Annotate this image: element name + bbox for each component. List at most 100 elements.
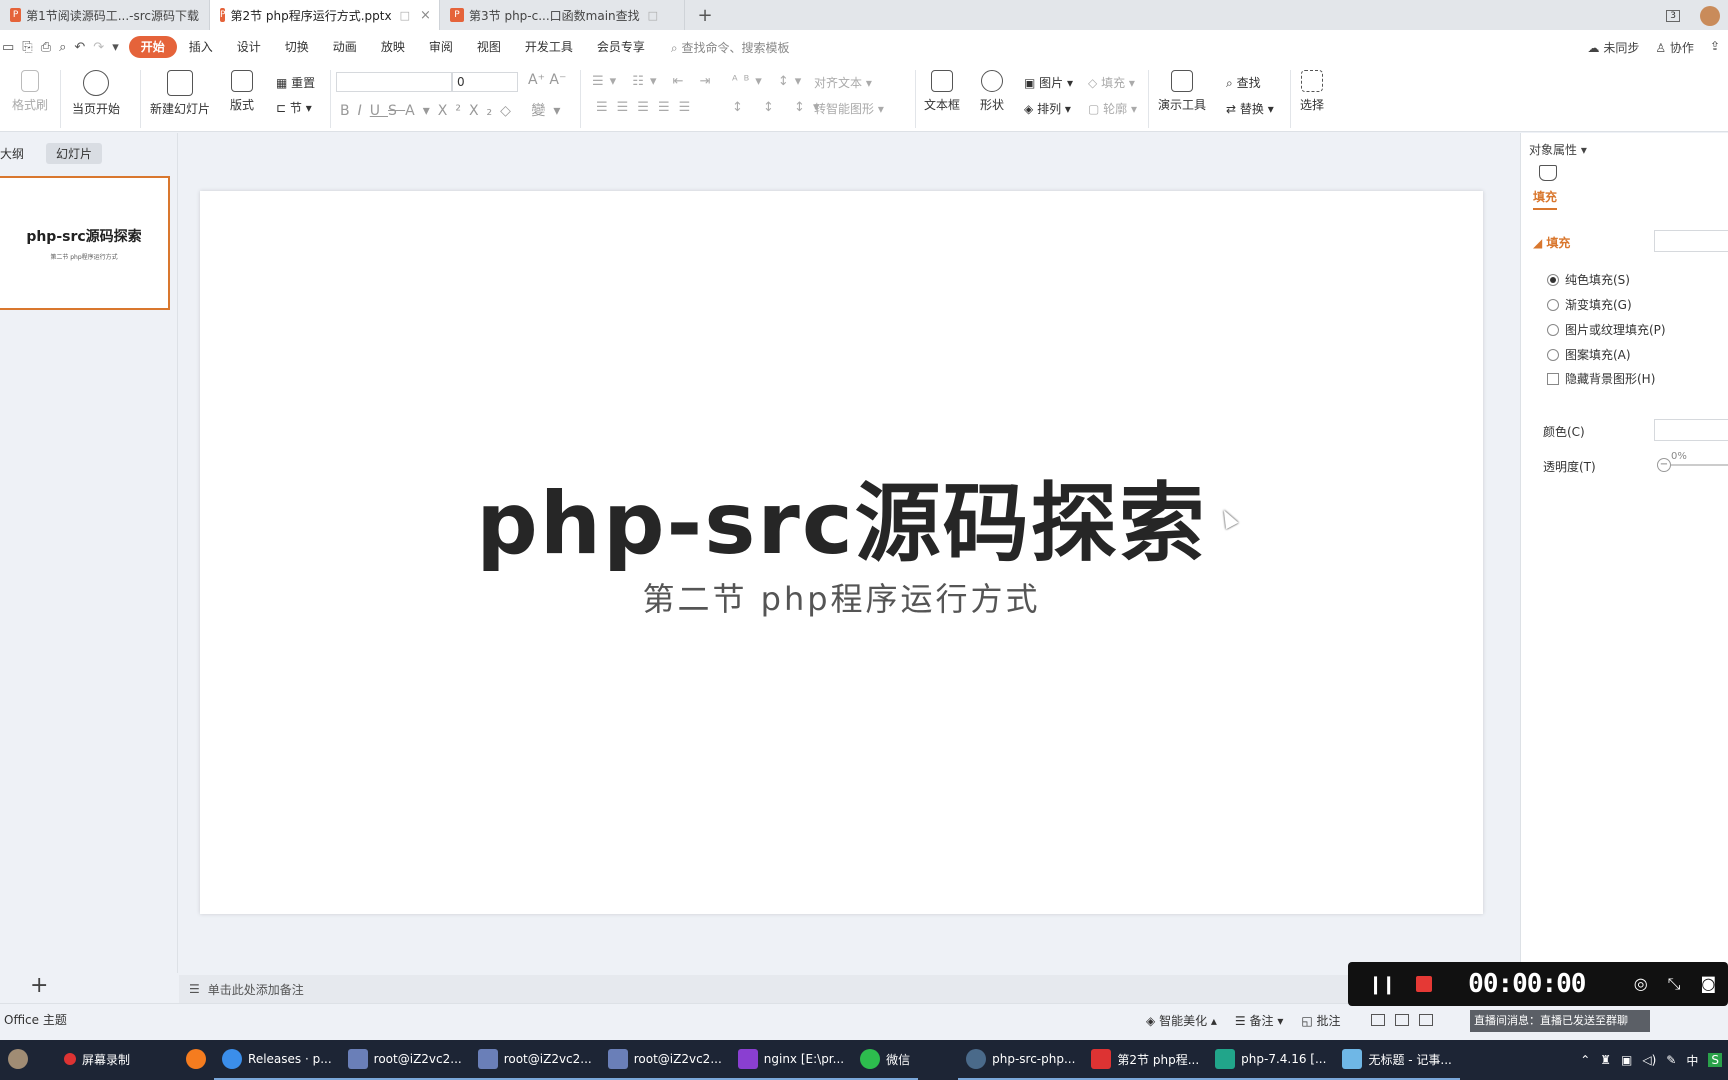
- command-search[interactable]: ⌕ 查找命令、搜索模板: [671, 39, 790, 56]
- tab-design[interactable]: 设计: [225, 36, 273, 58]
- shape-button[interactable]: 形状: [980, 70, 1004, 113]
- taskbar-item-ssh-3[interactable]: root@iZ2vc2...: [599, 1040, 730, 1080]
- close-icon[interactable]: ×: [420, 8, 431, 23]
- taskbar-item-chrome[interactable]: Releases · p...: [214, 1040, 340, 1080]
- slide-thumbnail[interactable]: php-src源码探索 第二节 php程序运行方式: [0, 176, 170, 310]
- replace-button[interactable]: ⇄ 替换 ▾: [1226, 100, 1274, 117]
- beautify-button[interactable]: ◈ 智能美化 ▴: [1146, 1012, 1217, 1029]
- tab-slideshow[interactable]: 放映: [369, 36, 417, 58]
- notes-toggle-button[interactable]: ☰ 备注 ▾: [1235, 1012, 1283, 1029]
- sync-status-button[interactable]: ☁ 未同步: [1587, 39, 1639, 56]
- pen-icon[interactable]: ✎: [1666, 1053, 1676, 1067]
- taskbar-item-ssh-2[interactable]: root@iZ2vc2...: [469, 1040, 600, 1080]
- select-button[interactable]: 选择: [1300, 70, 1324, 113]
- tab-outline[interactable]: 大纲: [0, 143, 34, 164]
- tray-app-icon[interactable]: ♜: [1600, 1053, 1611, 1067]
- window-count-badge[interactable]: 3: [1666, 10, 1680, 22]
- minimize-tab-icon[interactable]: □: [648, 9, 658, 22]
- ime-s-icon[interactable]: S: [1708, 1053, 1722, 1067]
- hide-background-checkbox[interactable]: 隐藏背景图形(H): [1547, 370, 1655, 387]
- tab-member[interactable]: 会员专享: [585, 36, 657, 58]
- arrange-button[interactable]: ◈ 排列 ▾: [1024, 100, 1071, 117]
- tab-doc-1[interactable]: P 第1节阅读源码工...-src源码下载: [0, 0, 210, 30]
- textbox-button[interactable]: 文本框: [924, 70, 960, 113]
- outline-button[interactable]: ▢ 轮廓 ▾: [1088, 100, 1137, 117]
- tray-expand-icon[interactable]: ⌃: [1580, 1053, 1590, 1067]
- taskbar-item-wps[interactable]: 第2节 php程...: [1083, 1040, 1208, 1080]
- present-tools-button[interactable]: 演示工具: [1158, 70, 1206, 113]
- theme-name[interactable]: Office 主题: [0, 1011, 67, 1028]
- tab-doc-3[interactable]: P 第3节 php-c...口函数main查找 □: [440, 0, 685, 30]
- tab-animation[interactable]: 动画: [321, 36, 369, 58]
- taskbar-item-wechat[interactable]: 微信: [852, 1040, 919, 1080]
- color-select[interactable]: [1654, 419, 1728, 441]
- taskbar-item-notepad[interactable]: 无标题 - 记事...: [1334, 1040, 1460, 1080]
- gradient-fill-radio[interactable]: 渐变填充(G): [1547, 296, 1632, 313]
- new-tab-button[interactable]: +: [691, 0, 719, 30]
- taskbar-item-php-src[interactable]: php-src-php...: [958, 1040, 1084, 1080]
- fill-preset-select[interactable]: [1654, 230, 1728, 252]
- font-name-select[interactable]: [336, 72, 452, 92]
- comments-button[interactable]: ◱ 批注: [1301, 1012, 1340, 1029]
- layout-button[interactable]: 版式: [230, 70, 254, 113]
- reset-button[interactable]: ▦ 重置: [276, 74, 315, 91]
- tab-insert[interactable]: 插入: [177, 36, 225, 58]
- avatar[interactable]: [1700, 6, 1720, 26]
- preview-icon[interactable]: ⌕: [59, 40, 66, 55]
- vertical-scrollbar[interactable]: [1507, 133, 1519, 973]
- print-icon[interactable]: ⎙: [41, 40, 51, 55]
- taskbar-item-recorder[interactable]: 屏幕录制: [56, 1040, 138, 1080]
- fill-button[interactable]: ◇ 填充 ▾: [1088, 74, 1135, 91]
- slide-subtitle[interactable]: 第二节 php程序运行方式: [200, 574, 1483, 620]
- fill-section-header[interactable]: ◢ 填充: [1533, 234, 1570, 251]
- add-slide-button[interactable]: +: [30, 973, 48, 998]
- picture-button[interactable]: ▣ 图片 ▾: [1024, 74, 1073, 91]
- text-direction-buttons[interactable]: ᴬᴮ▾ ↕▾: [732, 74, 807, 89]
- tray-app-icon[interactable]: ▣: [1621, 1053, 1632, 1067]
- stop-icon[interactable]: [1416, 976, 1433, 992]
- minimize-tab-icon[interactable]: □: [400, 9, 410, 22]
- normal-view-icon[interactable]: [1370, 1014, 1385, 1026]
- taskbar-item-ssh-1[interactable]: root@iZ2vc2...: [339, 1040, 470, 1080]
- tab-developer[interactable]: 开发工具: [513, 36, 585, 58]
- tab-doc-2[interactable]: P 第2节 php程序运行方式.pptx □ ×: [210, 0, 440, 30]
- picture-fill-radio[interactable]: 图片或纹理填充(P): [1547, 321, 1666, 338]
- font-size-select[interactable]: 0: [452, 72, 518, 92]
- smartart-button[interactable]: 转智能图形 ▾: [814, 100, 884, 117]
- font-grow-shrink[interactable]: A⁺ A⁻: [528, 72, 566, 88]
- decrease-transparency-button[interactable]: −: [1657, 458, 1671, 472]
- reading-view-icon[interactable]: [1418, 1014, 1433, 1026]
- panel-title[interactable]: 对象属性 ▾: [1529, 141, 1587, 158]
- undo-icon[interactable]: ↶: [74, 40, 85, 55]
- tab-home[interactable]: 开始: [128, 36, 177, 58]
- paragraph-list-buttons[interactable]: ☰▾ ☷▾ ⇤ ⇥: [592, 74, 717, 89]
- tab-review[interactable]: 审阅: [417, 36, 465, 58]
- pause-icon[interactable]: ❙❙: [1368, 974, 1396, 995]
- pattern-fill-radio[interactable]: 图案填充(A): [1547, 346, 1631, 363]
- find-button[interactable]: ⌕ 查找: [1226, 74, 1261, 91]
- taskbar-item-clion[interactable]: php-7.4.16 [...: [1207, 1040, 1335, 1080]
- region-icon[interactable]: ◎: [1634, 974, 1648, 994]
- volume-icon[interactable]: ◁): [1642, 1053, 1656, 1067]
- collaborate-button[interactable]: ♙ 协作: [1655, 39, 1694, 56]
- slide-title[interactable]: php-src源码探索: [200, 453, 1483, 578]
- tab-view[interactable]: 视图: [465, 36, 513, 58]
- section-button[interactable]: ⊏ 节 ▾: [276, 99, 312, 116]
- tab-slides[interactable]: 幻灯片: [46, 143, 103, 164]
- start-button[interactable]: [0, 1040, 36, 1080]
- align-text-button[interactable]: 对齐文本 ▾: [814, 74, 872, 91]
- transparency-slider[interactable]: [1671, 464, 1728, 466]
- format-painter-button[interactable]: 格式刷: [12, 70, 48, 113]
- share-icon[interactable]: ⇪: [1710, 39, 1720, 56]
- customize-chevron-icon[interactable]: ▾: [112, 40, 119, 55]
- camera-icon[interactable]: ◙: [1700, 974, 1716, 994]
- tab-fill[interactable]: 填充: [1533, 188, 1558, 210]
- new-slide-button[interactable]: 新建幻灯片: [150, 70, 210, 117]
- sorter-view-icon[interactable]: [1394, 1014, 1409, 1026]
- play-from-current-button[interactable]: 当页开始: [72, 70, 120, 117]
- redo-icon[interactable]: ↷: [93, 40, 104, 55]
- taskbar-item-phpstorm[interactable]: nginx [E:\pr...: [729, 1040, 853, 1080]
- ime-language[interactable]: 中: [1686, 1052, 1698, 1069]
- paragraph-align-buttons[interactable]: ☰☰☰☰☰: [596, 100, 699, 115]
- export-icon[interactable]: ⎘: [22, 40, 32, 55]
